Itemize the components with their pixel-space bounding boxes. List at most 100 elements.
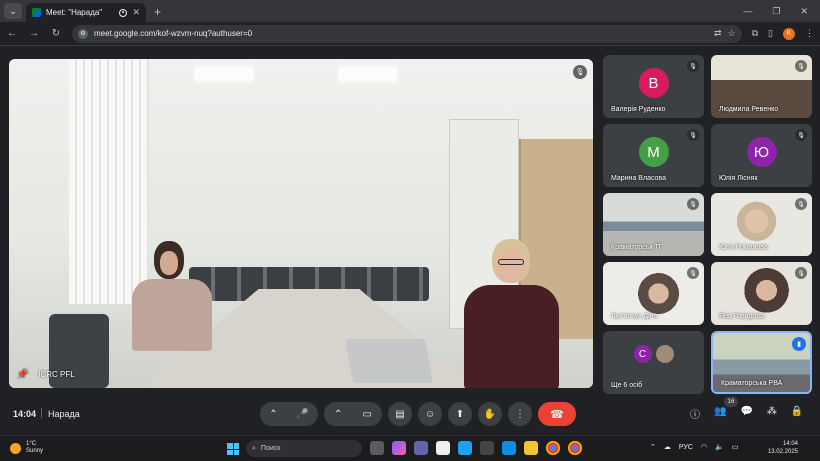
- minimize-icon[interactable]: —: [743, 6, 752, 17]
- battery-icon[interactable]: ▭: [732, 443, 739, 451]
- windows-taskbar: 1°C Sunny ⌕ Поиск ⌃ ☁ РУС ◠ 🔈 ▭ 14:04 13…: [0, 435, 820, 461]
- speaking-indicator-icon: ▮: [792, 337, 806, 351]
- participant-tile[interactable]: 🎙 Людмила Ревенко: [711, 55, 812, 118]
- store-icon[interactable]: [480, 441, 494, 455]
- meet-favicon-icon: [32, 8, 41, 17]
- participant-tile[interactable]: 🎙 Краматорськ ТГ: [603, 193, 704, 256]
- more-participants-tile[interactable]: С Ще 6 осіб: [603, 331, 704, 394]
- sun-icon: [10, 442, 21, 454]
- forward-icon[interactable]: →: [28, 28, 40, 39]
- captions-icon: ▤: [395, 408, 405, 420]
- hand-icon: ✋: [483, 408, 497, 420]
- weather-temperature: 1°C: [26, 441, 37, 447]
- microphone-icon[interactable]: 🎤: [296, 409, 308, 420]
- wifi-icon[interactable]: ◠: [701, 443, 707, 451]
- raise-hand-button[interactable]: ✋: [478, 402, 502, 426]
- meeting-time: 14:04: [13, 409, 37, 419]
- language-indicator[interactable]: РУС: [679, 444, 693, 451]
- participant-tile[interactable]: В 🎙 Валерія Руденко: [603, 55, 704, 118]
- participant-tile[interactable]: Ю 🎙 Юлія Лісняк: [711, 124, 812, 187]
- system-tray: ⌃ ☁ РУС ◠ 🔈 ▭: [650, 443, 739, 452]
- browser-toolbar: ← → ↻ ⚙ meet.google.com/kof-wzvm-nuq?aut…: [0, 22, 820, 46]
- taskbar-search[interactable]: ⌕ Поиск: [246, 440, 362, 457]
- bookmark-star-icon[interactable]: ☆: [728, 28, 736, 39]
- sidebar-icon[interactable]: ▯: [768, 28, 773, 39]
- file-explorer-icon[interactable]: [524, 441, 538, 455]
- tab-close-icon[interactable]: ✕: [132, 7, 140, 18]
- extensions-icon[interactable]: ⧉: [752, 28, 758, 39]
- participant-name: Валерія Руденко: [611, 106, 666, 113]
- task-view-icon[interactable]: [370, 441, 384, 455]
- people-icon[interactable]: 👥: [714, 406, 726, 421]
- search-icon: ⌕: [252, 444, 256, 452]
- mic-off-icon: 🎙: [795, 129, 807, 141]
- reload-icon[interactable]: ↻: [50, 28, 62, 39]
- tab-search-icon[interactable]: ⌄: [4, 3, 22, 19]
- chevron-up-icon[interactable]: ⌃: [334, 409, 342, 420]
- weather-widget[interactable]: 1°C Sunny: [10, 441, 43, 455]
- weather-text: 1°C Sunny: [26, 441, 43, 455]
- participant-tile-active-speaker[interactable]: ▮ Краматорська РВА: [711, 331, 812, 394]
- restore-icon[interactable]: ❐: [772, 6, 780, 17]
- url-text[interactable]: meet.google.com/kof-wzvm-nuq?authuser=0: [94, 29, 708, 38]
- captions-button[interactable]: ▤: [388, 402, 412, 426]
- mic-off-icon: 🎙: [687, 129, 699, 141]
- address-bar[interactable]: ⚙ meet.google.com/kof-wzvm-nuq?authuser=…: [72, 24, 742, 43]
- present-button[interactable]: ⬆: [448, 402, 472, 426]
- app-icon[interactable]: [458, 441, 472, 455]
- chevron-up-icon[interactable]: ⌃: [269, 409, 277, 420]
- participant-name: Юля Романова: [719, 244, 768, 251]
- close-window-icon[interactable]: ✕: [800, 6, 808, 17]
- participant-avatar: В: [638, 68, 669, 98]
- tab-meet[interactable]: Meet: "Нарада" ✕: [26, 3, 146, 22]
- participant-tile[interactable]: 🎙 Яна Говядова: [711, 262, 812, 325]
- taskbar-clock[interactable]: 14:04 13.02.2025: [762, 440, 798, 456]
- activities-icon[interactable]: ⁂: [767, 406, 777, 421]
- participant-count-badge: 16: [724, 397, 738, 407]
- volume-icon[interactable]: 🔈: [715, 443, 724, 451]
- back-icon[interactable]: ←: [6, 28, 18, 39]
- new-tab-button[interactable]: +: [154, 5, 161, 19]
- pin-icon[interactable]: 📌: [17, 369, 28, 380]
- cloud-icon[interactable]: ☁: [664, 443, 671, 451]
- mic-off-icon: 🎙: [795, 267, 807, 279]
- host-controls-icon[interactable]: 🔒: [791, 406, 803, 421]
- chrome-active-icon[interactable]: [568, 441, 582, 455]
- participant-tile[interactable]: 🎙 Юля Романова: [711, 193, 812, 256]
- mic-off-icon: 🎙: [795, 60, 807, 72]
- mic-off-icon: 🎙: [795, 198, 807, 210]
- tab-title: Meet: "Нарада": [46, 8, 103, 17]
- emoji-button[interactable]: ☺: [418, 402, 442, 426]
- copilot-icon[interactable]: [392, 441, 406, 455]
- divider: [41, 408, 42, 418]
- more-vert-icon: ⋮: [515, 408, 525, 420]
- main-video-feed[interactable]: 🎙 📌 ICRC PFL: [9, 59, 593, 388]
- participant-name: Юлія Лісняк: [719, 175, 758, 182]
- edge-icon[interactable]: [502, 441, 516, 455]
- leave-call-button[interactable]: ☎: [538, 402, 576, 426]
- recording-icon: [119, 8, 128, 17]
- camera-button[interactable]: ⌃ ▭: [324, 402, 382, 426]
- chat-icon[interactable]: 💬: [740, 406, 752, 421]
- mic-off-icon: 🎙: [573, 65, 587, 79]
- camera-icon[interactable]: ▭: [363, 409, 372, 420]
- windows-start-icon[interactable]: [227, 443, 239, 455]
- browser-menu-icon[interactable]: ⋮: [805, 28, 814, 39]
- participant-avatar-photo: [653, 343, 676, 365]
- more-participants-avatars: С: [631, 343, 676, 365]
- meeting-info-icon[interactable]: ⓘ: [690, 406, 700, 421]
- site-info-icon[interactable]: ⚙: [78, 28, 88, 39]
- participant-name: Яна Говядова: [719, 313, 764, 320]
- main-participant-name: ICRC PFL: [38, 370, 75, 379]
- chrome-icon[interactable]: [546, 441, 560, 455]
- translate-icon[interactable]: ⇄: [714, 28, 722, 39]
- participant-tile[interactable]: 🎙 Лук'янчук Діна: [603, 262, 704, 325]
- teams-icon[interactable]: [414, 441, 428, 455]
- participant-tile[interactable]: М 🎙 Марина Власова: [603, 124, 704, 187]
- chevron-up-icon[interactable]: ⌃: [650, 443, 656, 451]
- microphone-button[interactable]: ⌃ 🎤: [260, 402, 318, 426]
- profile-avatar[interactable]: K: [783, 27, 795, 40]
- amazon-icon[interactable]: [436, 441, 450, 455]
- participant-woman-left: [132, 241, 212, 351]
- more-options-button[interactable]: ⋮: [508, 402, 532, 426]
